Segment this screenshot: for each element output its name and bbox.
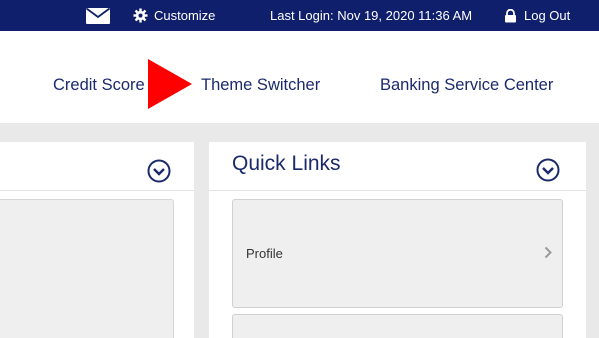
panel-divider [0, 190, 194, 191]
logout-button[interactable]: Log Out [504, 0, 570, 31]
quick-link-label: Profile [246, 246, 283, 261]
top-utility-bar: Customize Last Login: Nov 19, 2020 11:36… [0, 0, 599, 31]
chevron-down-circle-icon[interactable] [536, 158, 560, 182]
last-login-text: Last Login: Nov 19, 2020 11:36 AM [270, 8, 473, 23]
left-panel-tile[interactable] [0, 199, 174, 338]
customize-label: Customize [154, 8, 216, 23]
main-nav: Credit Score Theme Switcher Banking Serv… [0, 31, 599, 123]
chevron-down-circle-icon[interactable] [147, 159, 171, 183]
chevron-right-icon [544, 246, 552, 259]
quick-links-panel: Quick Links Profile [209, 142, 586, 338]
lock-icon [505, 8, 516, 22]
logout-label: Log Out [524, 8, 571, 23]
envelope-icon [85, 7, 111, 24]
quick-link-item[interactable] [232, 314, 563, 338]
left-panel [0, 142, 194, 338]
panel-divider [209, 190, 586, 191]
gear-icon [133, 8, 148, 23]
red-arrow-icon [148, 59, 192, 109]
mail-button[interactable] [85, 0, 111, 31]
panel-title: Quick Links [232, 152, 341, 175]
customize-link[interactable]: Customize [133, 0, 215, 31]
quick-link-profile[interactable]: Profile [232, 199, 563, 308]
